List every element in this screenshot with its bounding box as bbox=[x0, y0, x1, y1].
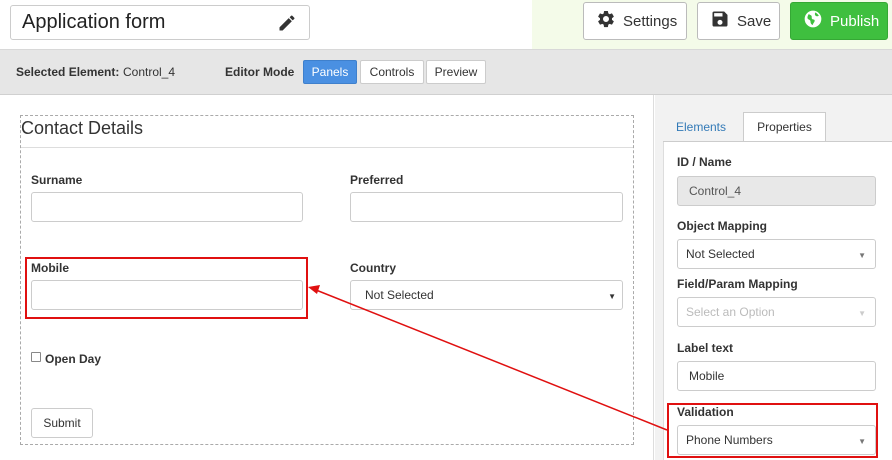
id-name-value: Control_4 bbox=[689, 184, 742, 198]
tab-elements[interactable]: Elements bbox=[667, 112, 735, 142]
validation-highlight-box bbox=[667, 403, 878, 458]
selected-element-label: Selected Element: bbox=[16, 65, 120, 79]
form-title-field[interactable]: Application form bbox=[10, 5, 310, 40]
floppy-disk-icon bbox=[710, 9, 730, 33]
editor-mode-label: Editor Mode bbox=[225, 65, 295, 79]
label-text-label: Label text bbox=[677, 341, 734, 355]
object-mapping-value: Not Selected bbox=[686, 247, 755, 261]
id-name-input: Control_4 bbox=[677, 176, 876, 206]
object-mapping-select[interactable]: Not Selected ▼ bbox=[677, 239, 876, 269]
field-param-mapping-label: Field/Param Mapping bbox=[677, 277, 798, 291]
surname-input[interactable] bbox=[31, 192, 303, 222]
save-button[interactable]: Save bbox=[697, 2, 780, 40]
globe-icon bbox=[803, 9, 823, 33]
gear-icon bbox=[596, 9, 616, 33]
label-text-input[interactable]: Mobile bbox=[677, 361, 876, 391]
surname-label: Surname bbox=[31, 173, 83, 187]
panel-divider bbox=[21, 147, 633, 148]
pencil-icon[interactable] bbox=[277, 13, 297, 33]
panel-title: Contact Details bbox=[21, 118, 144, 138]
country-label: Country bbox=[350, 261, 396, 275]
object-mapping-label: Object Mapping bbox=[677, 219, 767, 233]
field-param-mapping-select[interactable]: Select an Option ▼ bbox=[677, 297, 876, 327]
tab-properties[interactable]: Properties bbox=[743, 112, 826, 142]
mode-panels-button[interactable]: Panels bbox=[303, 60, 357, 84]
id-name-label: ID / Name bbox=[677, 155, 732, 169]
app-header: Application form Settings Save Publish bbox=[0, 0, 892, 49]
mobile-highlight-box bbox=[25, 257, 308, 319]
publish-label: Publish bbox=[830, 12, 880, 30]
preferred-label: Preferred bbox=[350, 173, 404, 187]
settings-button[interactable]: Settings bbox=[583, 2, 687, 40]
field-param-mapping-placeholder: Select an Option bbox=[686, 305, 775, 319]
open-day-label: Open Day bbox=[45, 352, 102, 366]
save-label: Save bbox=[737, 12, 772, 30]
caret-down-icon: ▼ bbox=[608, 292, 616, 301]
mode-preview-button[interactable]: Preview bbox=[426, 60, 486, 84]
form-title: Application form bbox=[22, 11, 166, 33]
settings-label: Settings bbox=[623, 12, 678, 30]
country-select[interactable]: Not Selected ▼ bbox=[350, 280, 623, 310]
caret-down-icon: ▼ bbox=[858, 251, 866, 260]
editor-toolbar: Selected Element: Control_4 Editor Mode … bbox=[0, 49, 892, 95]
label-text-value: Mobile bbox=[689, 369, 725, 383]
open-day-checkbox[interactable] bbox=[31, 352, 41, 362]
selected-element-value: Control_4 bbox=[123, 65, 176, 79]
preferred-input[interactable] bbox=[350, 192, 623, 222]
caret-down-icon: ▼ bbox=[858, 309, 866, 318]
mode-controls-button[interactable]: Controls bbox=[360, 60, 424, 84]
country-select-value: Not Selected bbox=[365, 288, 434, 302]
publish-button[interactable]: Publish bbox=[790, 2, 888, 40]
submit-button[interactable]: Submit bbox=[31, 408, 93, 438]
